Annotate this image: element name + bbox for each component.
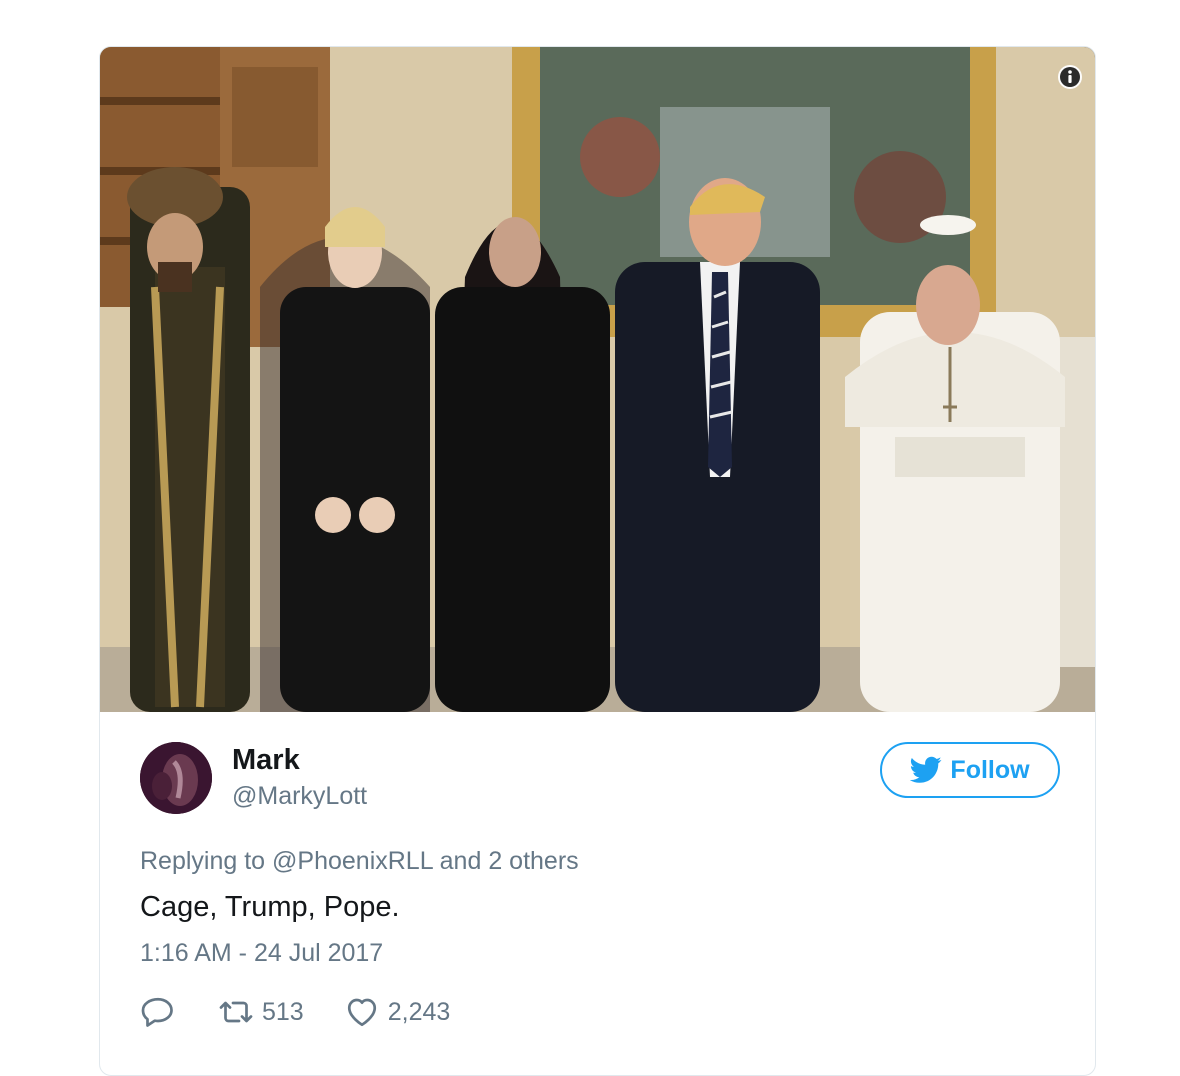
tweet-card: Mark @MarkyLott Follow Replying to @Phoe… — [99, 46, 1096, 1076]
tweet-author: Mark @MarkyLott Follow — [140, 742, 1060, 822]
twitter-bird-icon — [910, 756, 942, 783]
tweet-actions: 513 2,243 — [140, 992, 450, 1032]
photo-image — [100, 47, 1095, 712]
tweet-photo[interactable] — [100, 47, 1095, 712]
reply-mention-link[interactable]: @PhoenixRLL — [272, 847, 433, 875]
replying-to: Replying to @PhoenixRLL and 2 others — [140, 847, 579, 876]
author-handle[interactable]: @MarkyLott — [232, 782, 367, 811]
retweet-button[interactable]: 513 — [218, 994, 304, 1030]
info-icon[interactable] — [1057, 64, 1083, 90]
follow-label: Follow — [950, 755, 1030, 784]
retweet-count: 513 — [262, 997, 304, 1026]
reply-button[interactable] — [140, 994, 176, 1030]
tweet-timestamp[interactable]: 1:16 AM - 24 Jul 2017 — [140, 939, 383, 968]
replying-prefix: Replying to — [140, 847, 266, 875]
author-name[interactable]: Mark — [232, 744, 300, 777]
tweet-text: Cage, Trump, Pope. — [140, 891, 400, 923]
like-count: 2,243 — [387, 997, 451, 1026]
avatar[interactable] — [140, 742, 212, 814]
retweet-icon — [219, 1001, 253, 1023]
heart-icon — [347, 998, 376, 1027]
like-button[interactable]: 2,243 — [344, 994, 451, 1030]
reply-icon — [141, 997, 173, 1027]
replying-suffix[interactable]: and 2 others — [440, 847, 579, 875]
follow-button[interactable]: Follow — [880, 742, 1060, 798]
